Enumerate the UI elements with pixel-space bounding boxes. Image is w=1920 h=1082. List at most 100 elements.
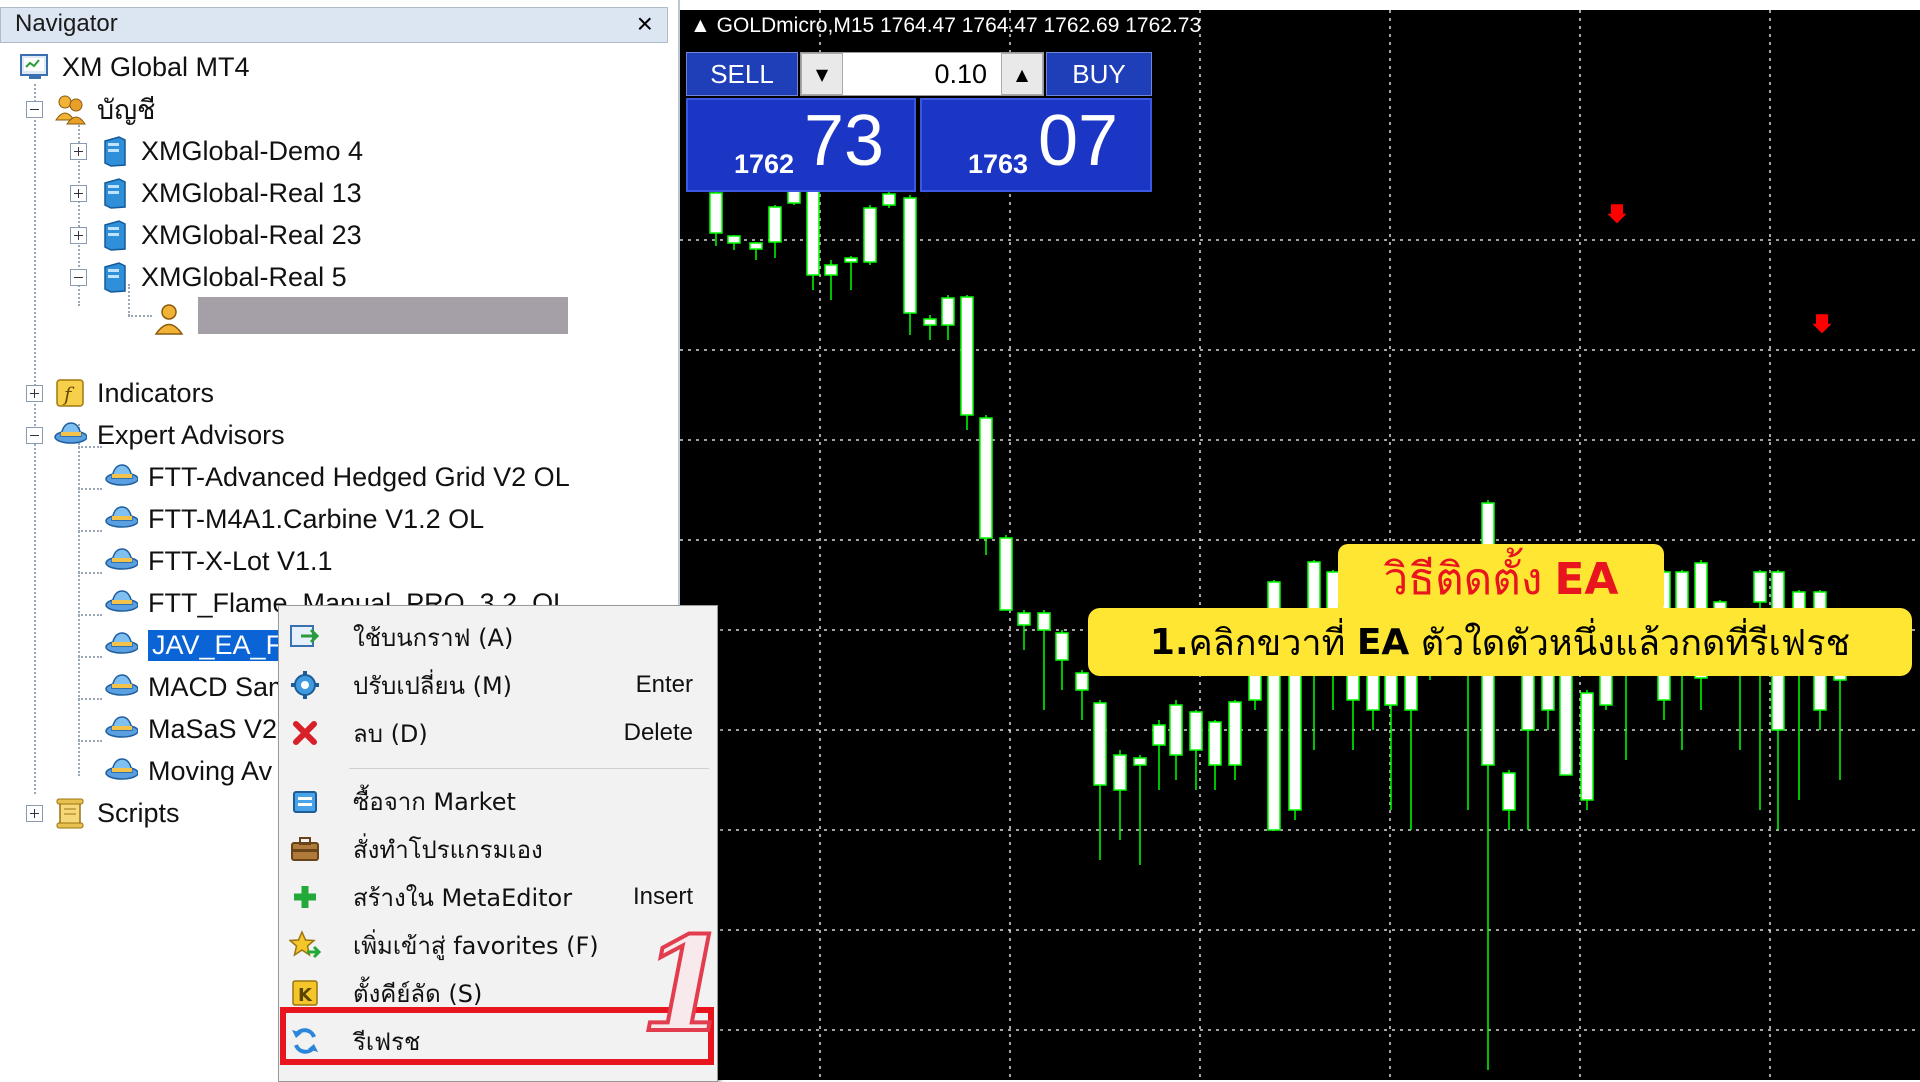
candle-body [1521,672,1535,731]
tree-accounts[interactable]: บัญชี [26,89,155,129]
tutorial-title-text: วิธีติดตั้ง [1383,554,1543,605]
tree-account-item[interactable]: XMGlobal-Real 23 [70,215,362,255]
candle-body [1541,672,1555,711]
sell-button[interactable]: SELL [686,52,798,96]
one-click-trading-panel: SELL ▼ 0.10 ▲ BUY 1762 73 1763 07 [686,52,1152,192]
expand-icon[interactable] [70,184,87,202]
sell-price-major: 1762 [734,149,795,179]
collapse-icon[interactable] [26,100,43,118]
lot-size-input[interactable]: ▼ 0.10 ▲ [800,52,1044,96]
tutorial-step-text1: คลิกขวาที่ [1188,622,1357,664]
menu-item-shortcut: Delete [623,719,693,746]
expert-advisor-icon [104,460,138,494]
buy-price-pips: 07 [1038,101,1119,181]
candle-body [768,206,782,243]
tree-expert-item[interactable]: MaSaS V2. [104,709,285,749]
sell-price-box[interactable]: 1762 73 [686,98,916,192]
candle-body [824,264,838,276]
candle-body [1152,724,1166,746]
tree-expert-item[interactable]: FTT-X-Lot V1.1 [104,541,333,581]
tutorial-title-banner: วิธีติดตั้ง EA [1338,544,1664,614]
candle-body [1228,701,1242,766]
menu-item-label: ใช้บนกราฟ (A) [353,623,514,652]
server-icon [97,260,131,294]
buy-price-box[interactable]: 1763 07 [920,98,1152,192]
expert-advisor-icon [53,418,87,452]
tutorial-step-number: 1. [1149,621,1189,663]
server-icon [97,218,131,252]
tree-connector [128,315,152,317]
candle-body [882,193,896,206]
expert-advisor-icon [104,754,138,788]
tree-indicators[interactable]: f Indicators [26,373,214,413]
tree-scripts[interactable]: Scripts [26,793,180,833]
menu-item-attach-chart[interactable]: ใช้บนกราฟ (A) [279,614,717,660]
tree-connector [78,424,80,776]
tree-expert-advisors-label: Expert Advisors [97,419,285,450]
candle-body [941,297,955,326]
account-label: XMGlobal-Real 5 [141,261,347,292]
candle-body [1093,702,1107,786]
account-label: XMGlobal-Demo 4 [141,135,364,166]
terminal-icon [18,50,52,84]
tree-connector [78,740,102,742]
menu-item-shortcut: Insert [632,883,693,910]
expert-advisor-icon [104,712,138,746]
buy-button[interactable]: BUY [1046,52,1152,96]
close-icon[interactable]: × [637,8,653,40]
menu-item-buy-market[interactable]: ซื้อจาก Market [279,778,717,824]
tree-expert-item[interactable]: Moving Av [104,751,272,791]
expert-advisor-icon [104,502,138,536]
expand-icon[interactable] [26,384,43,402]
accounts-icon [53,92,87,126]
delete-x-icon [287,715,323,751]
candle-body [749,242,763,250]
candle-body [1208,721,1222,766]
menu-item-freelance[interactable]: สั่งทำโปรแกรมเอง [279,826,717,872]
tree-account-item[interactable]: XMGlobal-Demo 4 [70,131,363,171]
candle-body [1189,711,1203,751]
plus-icon [287,879,323,915]
modify-gear-icon [287,667,323,703]
candle-body [709,192,723,234]
price-chart[interactable]: ▲ GOLDmicro,M15 1764.47 1764.47 1762.69 … [680,10,1920,1080]
menu-separator [349,768,709,769]
tree-expert-item[interactable]: MACD Sam [104,667,291,707]
menu-item-delete[interactable]: ลบ (D) Delete [279,710,717,756]
tree-root[interactable]: XM Global MT4 [18,47,250,87]
candle-body [1404,671,1418,711]
menu-item-label: ซื้อจาก Market [353,787,516,816]
candle-body [999,537,1013,611]
tree-user-item[interactable] [152,299,196,339]
candle-body [1037,612,1051,631]
tree-expert-item[interactable]: FTT-Advanced Hedged Grid V2 OL [104,457,570,497]
lot-decrease-icon[interactable]: ▼ [801,53,843,95]
tree-connector [78,572,102,574]
tree-account-item[interactable]: XMGlobal-Real 5 [70,257,347,297]
chart-header: ▲ GOLDmicro,M15 1764.47 1764.47 1762.69 … [690,14,1201,38]
expert-label: MACD Sam [148,671,291,702]
collapse-icon[interactable] [70,268,87,286]
tree-account-item[interactable]: XMGlobal-Real 13 [70,173,362,213]
candle-body [960,296,974,416]
expert-label: FTT-M4A1.Carbine V1.2 OL [148,503,485,534]
expert-advisor-icon [104,544,138,578]
expand-icon[interactable] [26,804,43,822]
expand-icon[interactable] [70,142,87,160]
menu-item-modify[interactable]: ปรับเปลี่ยน (M) Enter [279,662,717,708]
candle-body [1055,632,1069,661]
tutorial-step-ea: EA [1356,621,1410,663]
collapse-icon[interactable] [26,426,43,444]
expert-advisor-icon [104,586,138,620]
candle-body [863,207,877,263]
tree-connector [78,698,102,700]
tree-expert-item[interactable]: FTT-M4A1.Carbine V1.2 OL [104,499,484,539]
tree-expert-advisors[interactable]: Expert Advisors [26,415,285,455]
chart-collapse-icon[interactable]: ▲ [690,14,711,37]
lot-increase-icon[interactable]: ▲ [1001,53,1043,95]
server-icon [97,176,131,210]
expand-icon[interactable] [70,226,87,244]
tutorial-step-banner: 1. คลิกขวาที่ EA ตัวใดตัวหนึ่งแล้วกดที่ร… [1088,608,1912,676]
menu-item-label: เพิ่มเข้าสู่ favorites (F) [353,931,599,960]
menu-item-label: ปรับเปลี่ยน (M) [353,671,513,700]
